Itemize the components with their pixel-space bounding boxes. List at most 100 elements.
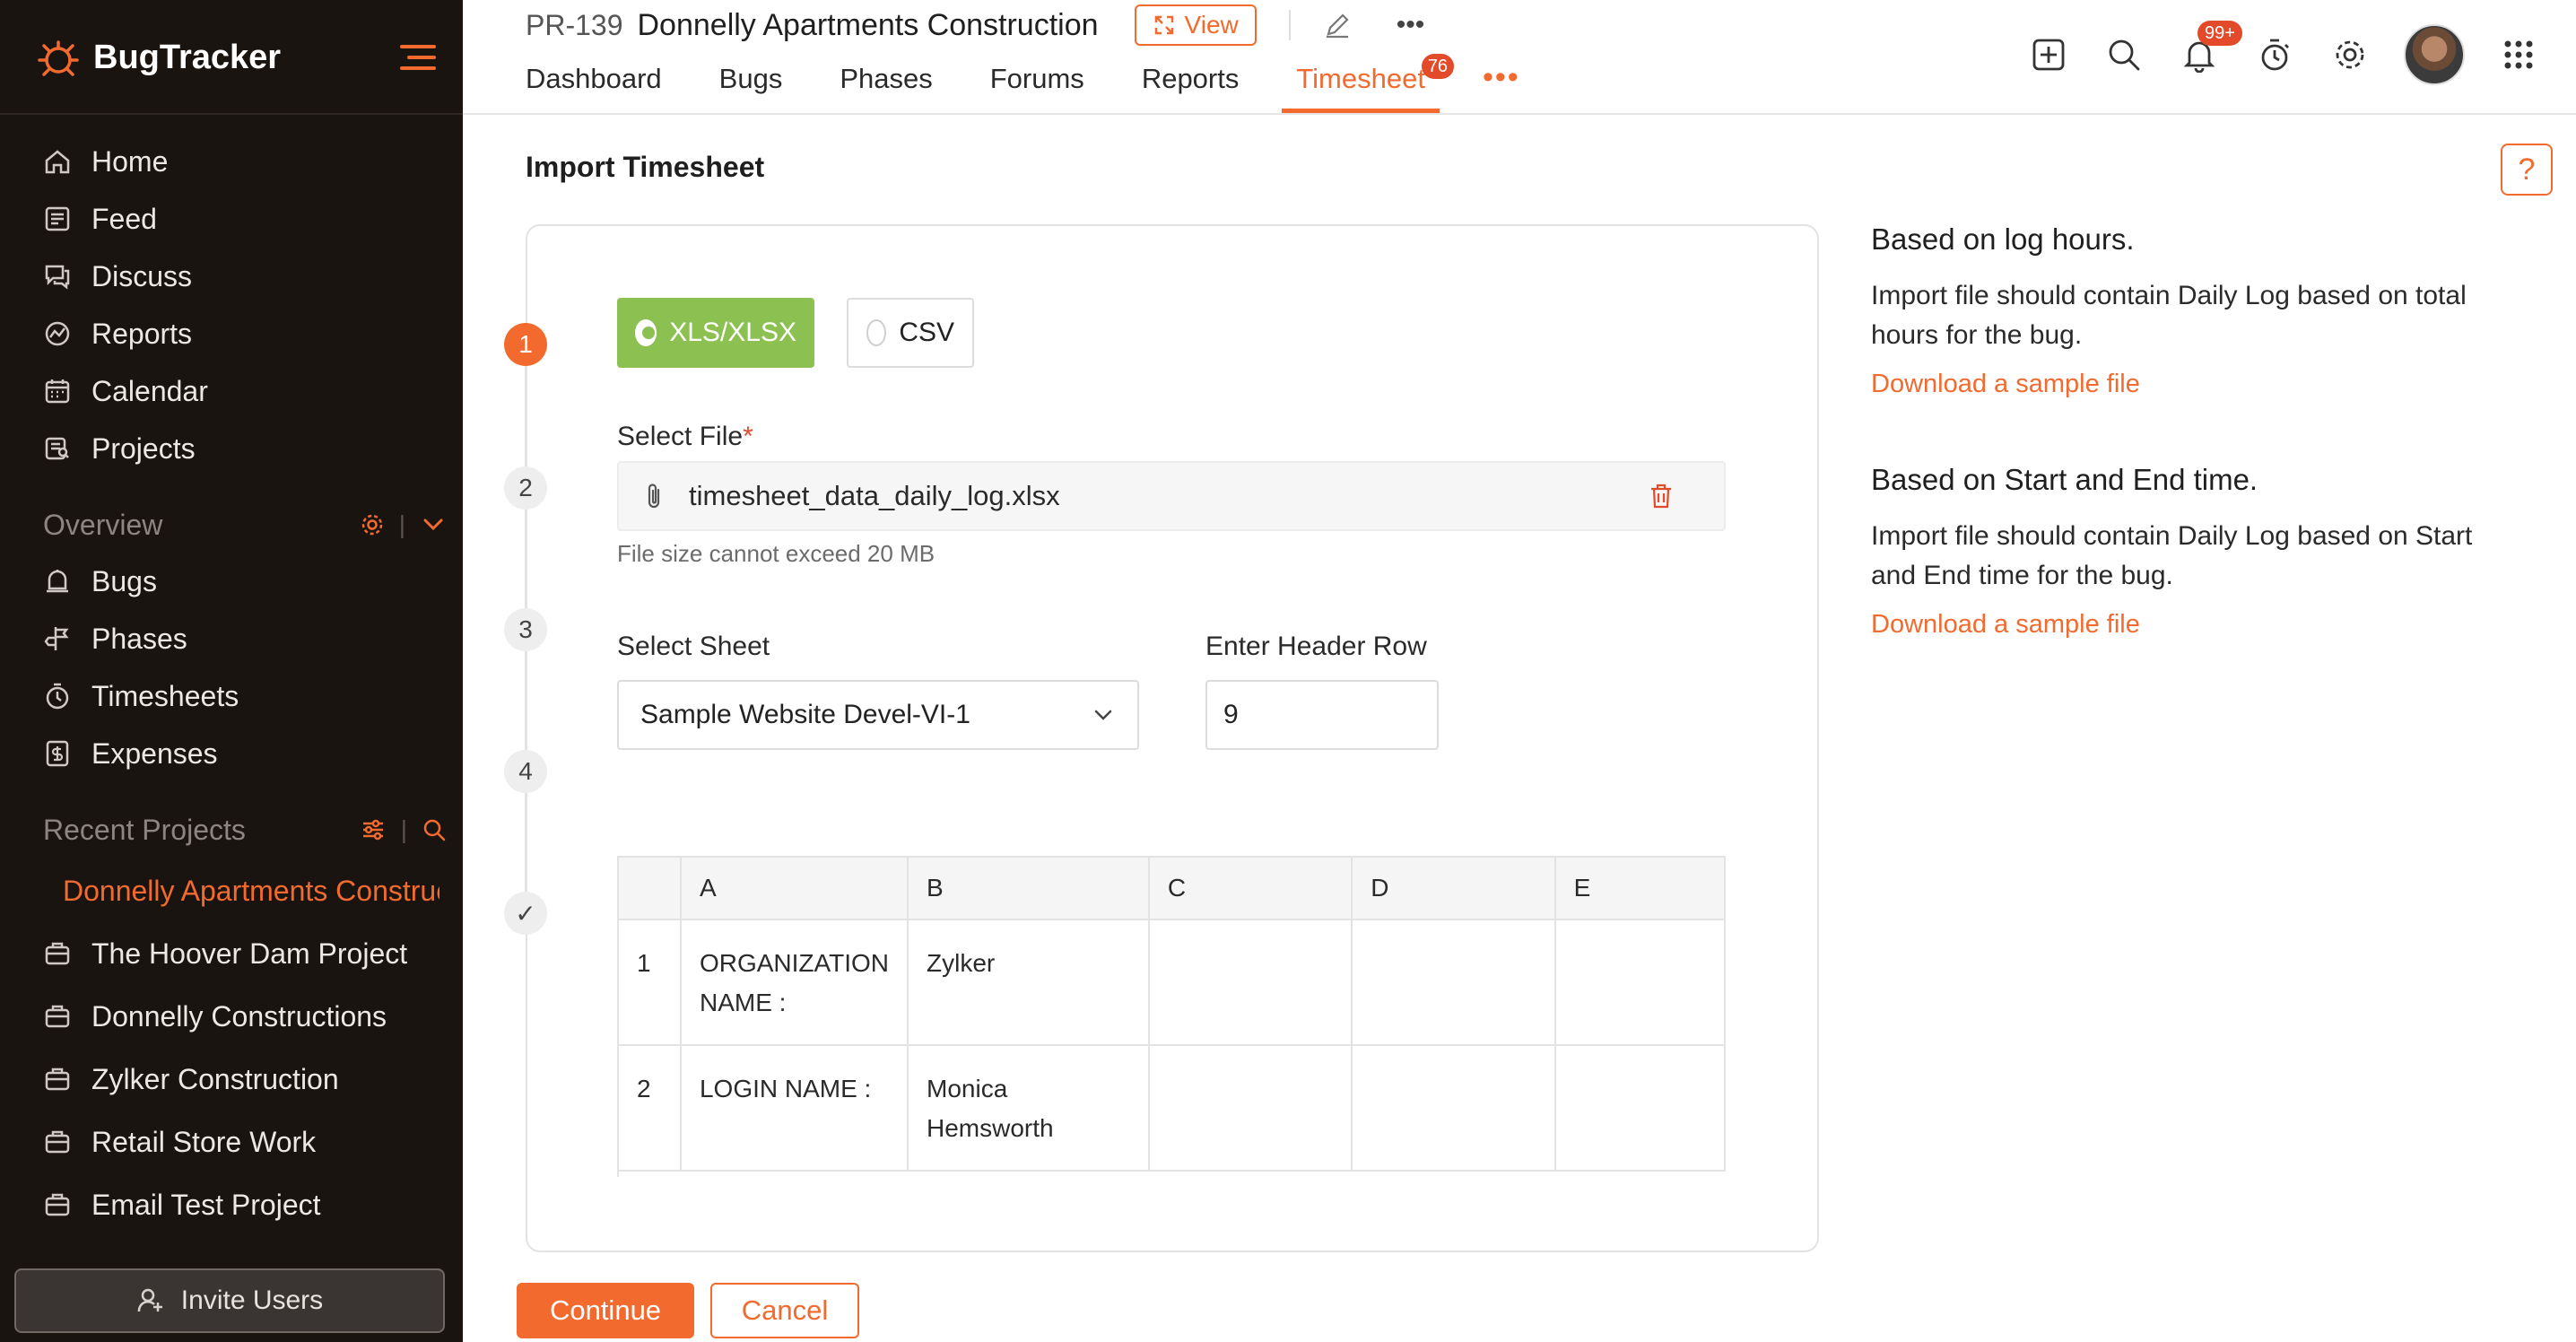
filter-sliders-icon[interactable] [360,816,387,843]
tab-bugs[interactable]: Bugs [719,59,783,113]
help-button[interactable]: ? [2501,144,2553,196]
preview-col-header: A [680,856,909,920]
header-row-input[interactable] [1205,680,1439,750]
sidebar-item-home[interactable]: Home [0,133,463,190]
selected-sheet-value: Sample Website Devel-VI-1 [640,700,970,729]
sidebar-item-label: Phases [91,622,187,655]
continue-button[interactable]: Continue [517,1283,694,1338]
sidebar-item-timesheets[interactable]: Timesheets [0,667,463,725]
sidebar-item-label: Calendar [91,374,208,407]
timer-button[interactable] [2253,33,2296,76]
step-3-indicator: 3 [504,608,547,651]
download-sample-start-end-link[interactable]: Download a sample file [1871,610,2140,639]
gear-icon[interactable] [360,512,385,537]
user-avatar[interactable] [2404,24,2465,85]
chevron-down-icon[interactable] [420,511,447,538]
recent-project-item[interactable]: Zylker Construction [0,1048,439,1111]
preview-col-header: E [1554,856,1726,920]
step-done-indicator: ✓ [504,892,547,935]
sidebar-item-phases[interactable]: Phases [0,610,463,667]
more-options-icon[interactable]: ••• [1397,10,1425,40]
invite-users-button[interactable]: Invite Users [14,1268,445,1333]
sidebar-item-label: Home [91,144,169,178]
recent-projects-header: Recent Projects | [43,807,447,852]
overview-section-header: Overview | [43,502,447,547]
recent-projects-tools: | [360,815,447,844]
sidebar-item-reports[interactable]: Reports [0,305,463,362]
table-cell [1352,1045,1556,1172]
sidebar-item-feed[interactable]: Feed [0,190,463,248]
preview-table: A B C D E 1 ORGANIZATION NAME : Zylker 2… [619,856,1726,1172]
paperclip-icon [648,484,660,509]
feed-icon [45,206,70,231]
recent-project-item[interactable]: Retail Store Work [0,1111,439,1173]
trash-icon[interactable] [1649,483,1674,510]
recent-project-item[interactable]: Email Test Project [0,1173,439,1236]
tab-timesheet[interactable]: Timesheet 76 [1282,54,1454,113]
brand[interactable]: BugTracker [36,30,281,84]
view-button[interactable]: View [1134,4,1257,46]
sidebar-item-projects[interactable]: Projects [0,420,463,477]
view-button-label: View [1184,11,1239,39]
file-upload-field[interactable]: timesheet_data_daily_log.xlsx [617,461,1726,531]
tab-forums[interactable]: Forums [990,59,1084,113]
recent-project-label: Zylker Construction [91,1062,339,1095]
edit-pen-icon[interactable] [1323,11,1352,39]
home-icon [45,150,70,174]
search-icon [2109,39,2140,71]
notifications-button[interactable]: 99+ [2178,21,2242,76]
top-header: PR-139 Donnelly Apartments Construction … [463,0,2576,115]
table-row: 1 ORGANIZATION NAME : Zylker [619,919,1726,1046]
project-name: Donnelly Apartments Construction [637,7,1099,42]
settings-button[interactable] [2328,33,2371,76]
download-sample-log-hours-link[interactable]: Download a sample file [1871,370,2140,398]
recent-project-item[interactable]: Donnelly Apartments Construction [0,859,439,922]
file-size-hint: File size cannot exceed 20 MB [617,540,936,567]
filetype-xlsx-label: XLS/XLSX [669,318,796,347]
recent-project-label: Donnelly Constructions [91,999,387,1033]
preview-col-header: C [1148,856,1353,920]
select-file-label: Select File* [617,422,753,452]
tab-reports[interactable]: Reports [1142,59,1240,113]
filetype-csv-option[interactable]: CSV [847,298,974,368]
header-separator [1288,10,1291,40]
table-cell [1352,919,1556,1046]
add-new-button[interactable] [2027,33,2070,76]
global-search-button[interactable] [2102,33,2145,76]
preview-col-header: B [908,856,1150,920]
sidebar-item-discuss[interactable]: Discuss [0,248,463,305]
tab-dashboard[interactable]: Dashboard [526,59,662,113]
sidebar-item-bugs[interactable]: Bugs [0,553,463,610]
expenses-icon [46,740,69,767]
overview-tools: | [360,510,447,539]
notification-badge: 99+ [2197,21,2242,46]
menu-toggle-icon[interactable] [398,39,438,75]
uploaded-file-name: timesheet_data_daily_log.xlsx [689,480,1060,511]
tool-separator: | [398,510,405,538]
app-launcher-button[interactable] [2497,33,2540,76]
sidebar-item-expenses[interactable]: Expenses [0,725,463,782]
table-cell: 1 [619,919,682,1046]
tabs-more-icon[interactable]: ••• [1483,59,1520,95]
briefcase-icon [45,1130,70,1154]
sidebar-item-label: Timesheets [91,679,239,712]
search-icon[interactable] [422,817,447,842]
gear-icon [2336,40,2364,69]
projects-icon [45,437,69,460]
tab-phases[interactable]: Phases [840,59,932,113]
tool-separator: | [400,815,407,843]
timesheet-count-badge: 76 [1421,54,1454,79]
recent-project-item[interactable]: The Hoover Dam Project [0,922,439,985]
recent-project-item[interactable]: Donnelly Constructions [0,985,439,1048]
plus-square-icon [2032,39,2065,71]
info-start-end: Based on Start and End time. Import file… [1871,463,2499,640]
sheet-select[interactable]: Sample Website Devel-VI-1 [617,680,1139,750]
sheet-preview-table[interactable]: A B C D E 1 ORGANIZATION NAME : Zylker 2… [617,856,1726,1177]
grid-dots-icon [2504,40,2533,69]
briefcase-icon [45,942,70,965]
sidebar-item-label: Expenses [91,736,218,770]
overview-nav: Bugs Phases Timesheets Expenses [0,553,463,782]
sidebar-item-calendar[interactable]: Calendar [0,362,463,420]
cancel-button[interactable]: Cancel [710,1283,859,1338]
filetype-xlsx-option[interactable]: XLS/XLSX [617,298,814,368]
